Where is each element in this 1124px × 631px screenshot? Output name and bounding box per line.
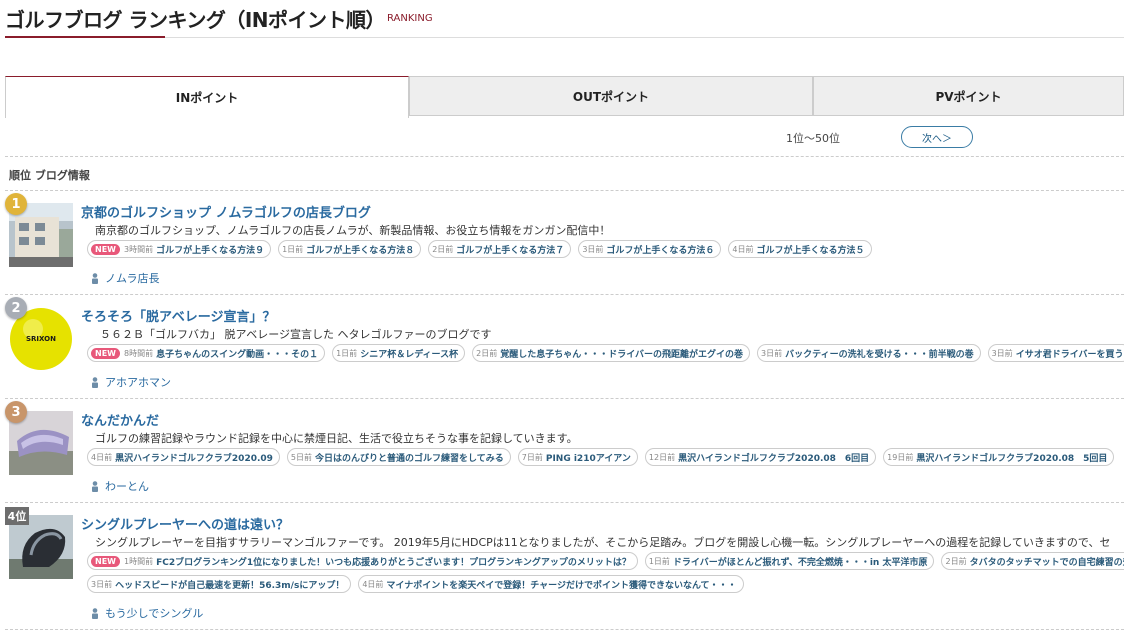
blog-title[interactable]: 京都のゴルフショップ ノムラゴルフの店長ブログ (81, 202, 371, 221)
header-accent-line (5, 36, 165, 38)
blog-description: ５６２Ｂ「ゴルフバカ」 脱アベレージ宣言した ヘタレゴルファーのブログです (100, 328, 492, 341)
ranking-tabs: INポイント OUTポイント PVポイント (5, 76, 1124, 118)
author-link[interactable]: わーとん (91, 478, 149, 494)
column-header: 順位 ブログ情報 (9, 169, 90, 182)
person-icon (92, 272, 98, 284)
divider (5, 398, 1124, 399)
new-badge: NEW (91, 347, 120, 359)
ranking-subtitle: RANKING (387, 13, 433, 24)
post-link[interactable]: 3日前 ヘッドスピードが自己最速を更新！56.3m/sにアップ！ (87, 575, 352, 593)
tab-out-points[interactable]: OUTポイント (409, 76, 813, 116)
post-link[interactable]: 2日前 覚醒した息子ちゃん・・・ドライバーの飛距離がエグイの巻 (472, 344, 751, 362)
recent-posts: NEW 8時間前 息子ちゃんのスイング動画・・・その１ 1日前 シニア杯＆レディース杯 2… (87, 344, 1124, 364)
post-link[interactable]: NEW 8時間前 息子ちゃんのスイング動画・・・その１ (87, 344, 326, 362)
recent-posts: 3日前 ヘッドスピードが自己最速を更新！56.3m/sにアップ！ 4日前 マイナポイン… (87, 575, 751, 595)
post-link[interactable]: 3日前 イサオ君ドライバーを買う (987, 344, 1124, 362)
post-link[interactable]: 4日前 ゴルフが上手くなる方法５ (728, 240, 872, 258)
author-link[interactable]: ノムラ店長 (91, 270, 159, 286)
page-header: ゴルフブログ ランキング（INポイント順） RANKING (0, 0, 1124, 40)
ball-logo-text: SRIXON (26, 335, 56, 343)
tab-in-points[interactable]: INポイント (5, 76, 409, 118)
post-link[interactable]: 5日前 今日はのんびりと普通のゴルフ練習をしてみる (286, 448, 511, 466)
blog-title[interactable]: そろそろ「脱アベレージ宣言」？ (81, 306, 275, 325)
post-link[interactable]: 4日前 黒沢ハイランドゴルフクラブ2020.09 (87, 448, 280, 466)
person-icon (92, 607, 98, 619)
post-link[interactable]: 12日前 黒沢ハイランドゴルフクラブ2020.08 6回目 (644, 448, 877, 466)
post-link[interactable]: 4日前 マイナポイントを楽天ペイで登録！チャージだけでポイント獲得できないなんて・… (358, 575, 744, 593)
post-link[interactable]: 19日前 黒沢ハイランドゴルフクラブ2020.08 5回目 (883, 448, 1115, 466)
rank-medal-bronze: 3 (5, 401, 27, 423)
post-link[interactable]: 2日前 タバタのタッチマットでの自宅練習の効果 (941, 552, 1124, 570)
recent-posts: 4日前 黒沢ハイランドゴルフクラブ2020.09 5日前 今日はのんびりと普通のゴルフ… (87, 448, 1121, 468)
divider (5, 629, 1124, 630)
page-title: ゴルフブログ ランキング（INポイント順） (5, 8, 386, 32)
post-link[interactable]: 3日前 ゴルフが上手くなる方法６ (578, 240, 722, 258)
blog-title[interactable]: なんだかんだ (81, 410, 159, 429)
blog-description: 南京都のゴルフショップ、ノムラゴルフの店長ノムラが、新製品情報、お役立ち情報をガ… (95, 224, 611, 237)
person-icon (92, 376, 98, 388)
post-link[interactable]: NEW 1時間前 FC2ブログランキング1位になりました！いつも応援ありがとうござい… (87, 552, 638, 570)
tab-pv-points[interactable]: PVポイント (813, 76, 1124, 116)
post-link[interactable]: 7日前 PING i210アイアン (517, 448, 638, 466)
blog-title[interactable]: シングルプレーヤーへの道は遠い？ (81, 514, 289, 533)
header-divider (5, 37, 1124, 38)
divider (5, 190, 1124, 191)
divider (5, 294, 1124, 295)
new-badge: NEW (91, 555, 120, 567)
rank-range: 1位〜50位 (786, 132, 840, 145)
post-link[interactable]: NEW 3時間前 ゴルフが上手くなる方法９ (87, 240, 272, 258)
blog-description: ゴルフの練習記録やラウンド記録を中心に禁煙日記、生活で役立ちそうな事を記録してい… (95, 432, 578, 445)
author-link[interactable]: もう少しでシングル (91, 605, 203, 621)
post-link[interactable]: 1日前 ゴルフが上手くなる方法８ (278, 240, 422, 258)
post-link[interactable]: 3日前 バックティーの洗礼を受ける・・・前半戦の巻 (757, 344, 981, 362)
divider (5, 502, 1124, 503)
rank-medal-silver: 2 (5, 297, 27, 319)
blog-description: シングルプレーヤーを目指すサラリーマンゴルファーです。 2019年5月にHDCP… (95, 536, 1111, 549)
person-icon (92, 480, 98, 492)
recent-posts: NEW 3時間前 ゴルフが上手くなる方法９ 1日前 ゴルフが上手くなる方法８ 2日前 ゴルフ… (87, 240, 879, 260)
post-link[interactable]: 1日前 シニア杯＆レディース杯 (332, 344, 466, 362)
post-link[interactable]: 2日前 ゴルフが上手くなる方法７ (428, 240, 572, 258)
rank-label: 4位 (5, 507, 29, 525)
rank-medal-gold: 1 (5, 193, 27, 215)
author-link[interactable]: アホアホマン (91, 374, 171, 390)
divider (5, 156, 1124, 157)
next-page-button[interactable]: 次へ＞ (901, 126, 973, 148)
post-link[interactable]: 1日前 ドライバーがほとんど振れず、不完全燃焼・・・in 太平洋市原 (644, 552, 935, 570)
new-badge: NEW (91, 243, 120, 255)
recent-posts: NEW 1時間前 FC2ブログランキング1位になりました！いつも応援ありがとうござい… (87, 552, 1124, 572)
